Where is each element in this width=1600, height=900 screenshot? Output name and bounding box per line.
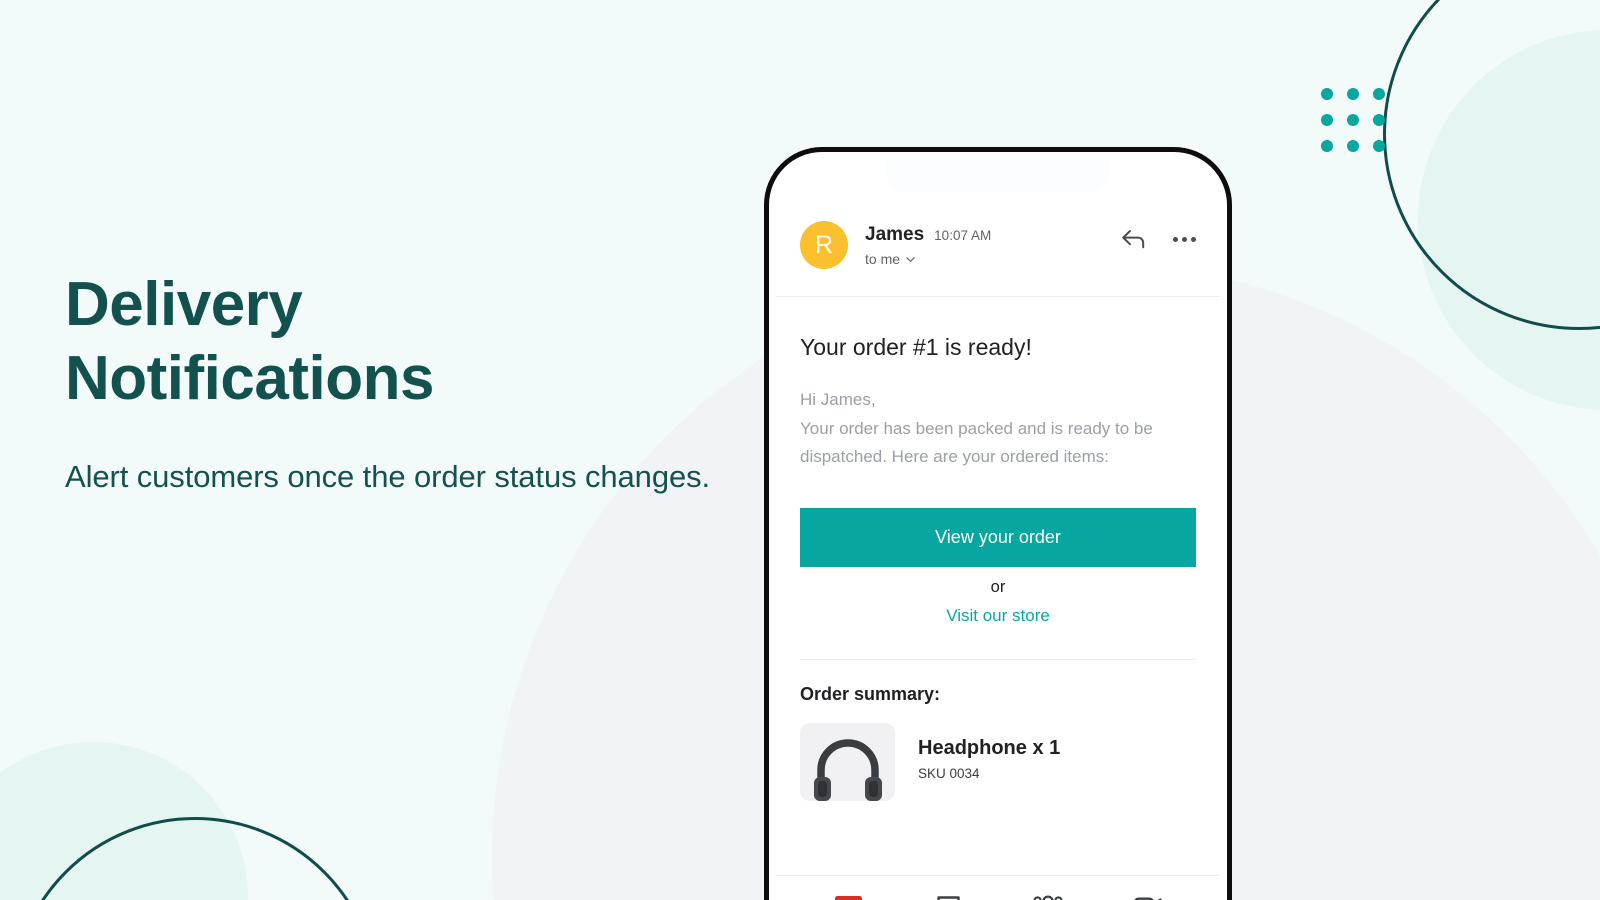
more-dot (1173, 236, 1178, 242)
email-paragraph: Your order has been packed and is ready … (800, 418, 1153, 467)
phone-screen: R James 10:07 AM to me Your order #1 is … (776, 159, 1220, 900)
sender-row: James 10:07 AM (865, 224, 1121, 246)
item-name: Headphone x 1 (918, 736, 1061, 759)
item-details: Headphone x 1 SKU 0034 (918, 723, 1060, 781)
recipient-toggle[interactable]: to me (865, 251, 1121, 267)
more-dots (1173, 236, 1196, 242)
grid-dot (1347, 114, 1359, 126)
spaces-nav-icon[interactable] (1021, 888, 1075, 900)
order-summary-heading: Order summary: (800, 683, 941, 704)
phone-notch (886, 159, 1110, 193)
grid-dot (1321, 114, 1333, 126)
grid-dot (1373, 140, 1385, 152)
bottom-navigation (776, 875, 1220, 900)
or-separator-label: or (990, 577, 1006, 596)
email-greeting: Hi James, (800, 390, 876, 409)
grid-dot (1373, 88, 1385, 100)
item-sku: SKU 0034 (918, 765, 980, 781)
background-ring-top-right (1383, 0, 1600, 330)
page-title: Delivery Notifications (65, 268, 765, 416)
list-item: Headphone x 1 SKU 0034 (800, 722, 1196, 801)
background-mint-circle-top-right (1418, 30, 1600, 410)
reply-arrow-icon[interactable] (1121, 228, 1147, 250)
more-dot (1182, 236, 1187, 242)
meet-nav-icon[interactable] (1121, 888, 1175, 900)
background-ring-bottom-left (11, 817, 379, 900)
chevron-down-icon (906, 256, 915, 262)
mail-nav-icon[interactable] (821, 888, 875, 900)
email-timestamp: 10:07 AM (934, 228, 992, 243)
headline-line-2: Notifications (65, 344, 434, 413)
headline-line-1: Delivery (65, 270, 303, 339)
page-subtitle: Alert customers once the order status ch… (65, 459, 711, 494)
dot-grid-decoration (1321, 88, 1385, 152)
email-subject: Your order #1 is ready! (800, 334, 1032, 360)
sender-name: James (865, 224, 925, 245)
chat-nav-icon[interactable] (921, 888, 975, 900)
background-mint-circle-bottom-left (0, 742, 248, 900)
view-order-button[interactable]: View your order (800, 507, 1196, 567)
grid-dot (1321, 88, 1333, 100)
phone-mockup: R James 10:07 AM to me Your order #1 is … (764, 147, 1232, 900)
email-body: Your order #1 is ready! Hi James, Your o… (776, 332, 1220, 801)
sender-info: James 10:07 AM to me (865, 221, 1121, 267)
grid-dot (1373, 114, 1385, 126)
grid-dot (1321, 140, 1333, 152)
email-message: Hi James, Your order has been packed and… (800, 386, 1196, 472)
grid-dot (1347, 140, 1359, 152)
headphones-image (800, 722, 895, 801)
more-options-icon[interactable] (1173, 236, 1196, 242)
summary-divider (800, 658, 1196, 660)
visit-store-link[interactable]: Visit our store (800, 606, 1196, 626)
grid-dot (1347, 88, 1359, 100)
header-divider (776, 296, 1220, 297)
email-header-actions (1121, 221, 1196, 250)
hero-copy: Delivery Notifications Alert customers o… (65, 268, 765, 501)
avatar: R (800, 221, 848, 269)
recipient-label: to me (865, 251, 901, 267)
more-dot (1191, 236, 1196, 242)
